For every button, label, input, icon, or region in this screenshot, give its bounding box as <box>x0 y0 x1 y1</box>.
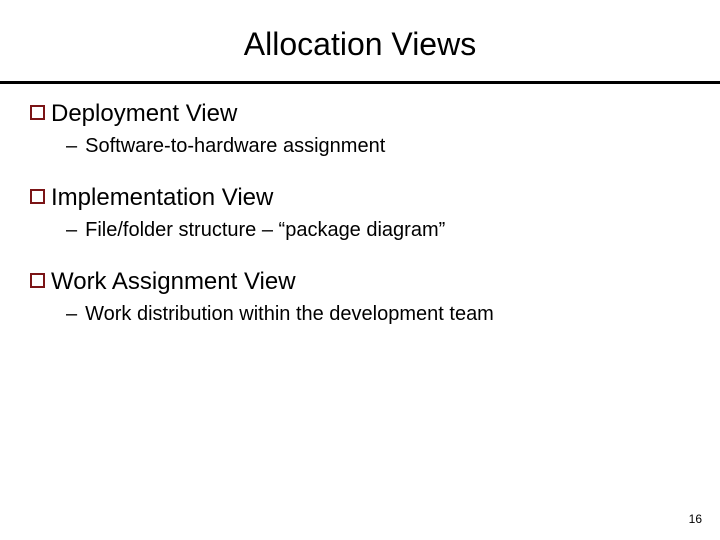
list-item: Implementation View – File/folder struct… <box>30 184 690 242</box>
level1-text: Work Assignment View <box>51 268 296 296</box>
level1-text: Implementation View <box>51 184 273 212</box>
level2-text: Work distribution within the development… <box>85 302 494 326</box>
slide-content: Deployment View – Software-to-hardware a… <box>0 84 720 326</box>
dash-bullet-icon: – <box>66 218 77 242</box>
level2-text: Software-to-hardware assignment <box>85 134 385 158</box>
page-number: 16 <box>689 512 702 526</box>
list-item: Work Assignment View – Work distribution… <box>30 268 690 326</box>
level2-text: File/folder structure – “package diagram… <box>85 218 445 242</box>
level2-row: – Software-to-hardware assignment <box>30 134 690 158</box>
square-bullet-icon <box>30 189 45 204</box>
level1-text: Deployment View <box>51 100 237 128</box>
dash-bullet-icon: – <box>66 302 77 326</box>
square-bullet-icon <box>30 273 45 288</box>
slide: Allocation Views Deployment View – Softw… <box>0 0 720 540</box>
list-item: Deployment View – Software-to-hardware a… <box>30 100 690 158</box>
level2-row: – Work distribution within the developme… <box>30 302 690 326</box>
level1-row: Deployment View <box>30 100 690 128</box>
level1-row: Work Assignment View <box>30 268 690 296</box>
dash-bullet-icon: – <box>66 134 77 158</box>
level1-row: Implementation View <box>30 184 690 212</box>
level2-row: – File/folder structure – “package diagr… <box>30 218 690 242</box>
square-bullet-icon <box>30 105 45 120</box>
slide-title: Allocation Views <box>0 0 720 81</box>
